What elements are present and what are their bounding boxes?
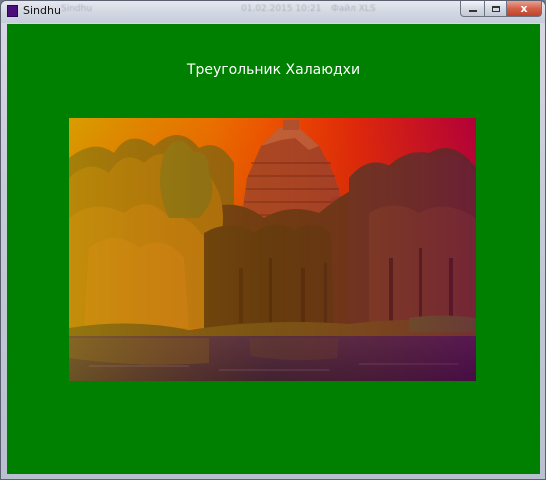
client-area: Треугольник Халаюдхи xyxy=(7,24,540,474)
background-window-text: Sindhu xyxy=(61,4,93,14)
temple-in-forest-image xyxy=(69,118,476,381)
window-title: Sindhu xyxy=(23,4,61,17)
maximize-button[interactable] xyxy=(485,1,507,17)
minimize-icon xyxy=(468,10,477,12)
minimize-button[interactable] xyxy=(460,1,485,17)
close-button[interactable]: x xyxy=(507,1,542,17)
background-window-text: 01.02.2015 10:21 xyxy=(241,4,322,14)
close-icon: x xyxy=(520,2,528,15)
app-icon[interactable] xyxy=(7,5,18,17)
background-window-text: Файл XLS xyxy=(331,4,376,14)
title-bar[interactable]: Sindhu 01.02.2015 10:21 Файл XLS Sindhu … xyxy=(1,1,545,23)
maximize-icon xyxy=(491,5,500,12)
page-title: Треугольник Халаюдхи xyxy=(186,62,361,78)
app-window: Sindhu 01.02.2015 10:21 Файл XLS Sindhu … xyxy=(0,0,546,480)
